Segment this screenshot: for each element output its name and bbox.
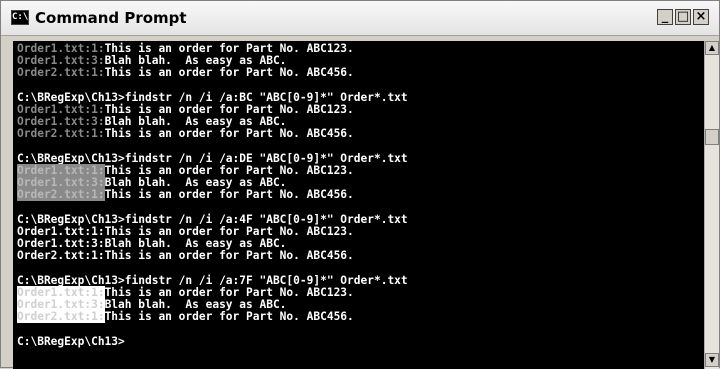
console-app-icon[interactable]: C:\ [11,10,29,25]
filename-prefix: Order2.txt:1: [17,66,105,80]
filename-prefix: Order1.txt:1: [17,103,105,116]
filename-prefix: Order2.txt:1: [17,310,105,324]
output-line: Order1.txt:1:This is an order for Part N… [17,286,354,299]
command-line: C:\BRegExp\Ch13>findstr /n /i /a:DE "ABC… [17,151,408,165]
command-line: C:\BRegExp\Ch13>findstr /n /i /a:BC "ABC… [17,90,408,104]
filename-prefix: Order1.txt:3: [17,237,105,251]
scroll-down-icon[interactable]: ▼ [705,353,719,367]
output-line: Order1.txt:3:Blah blah. As easy as ABC. [17,115,286,128]
filename-prefix: Order1.txt:3: [17,176,105,190]
filename-prefix: Order2.txt:1: [17,127,105,141]
filename-prefix: Order1.txt:1: [17,42,105,55]
output-line: Order2.txt:1:This is an order for Part N… [17,127,354,140]
title-bar[interactable]: C:\ Command Prompt _ □ × [1,1,719,36]
match-text: Blah blah. As easy as ABC. [104,298,287,312]
match-text: This is an order for Part No. ABC456. [104,310,354,324]
minimize-button[interactable]: _ [657,9,673,25]
maximize-button[interactable]: □ [675,9,691,25]
command-line: C:\BRegExp\Ch13>findstr /n /i /a:7F "ABC… [17,273,408,287]
output-line: Order1.txt:1:This is an order for Part N… [17,225,354,238]
filename-prefix: Order2.txt:1: [17,188,105,202]
output-line: Order1.txt:3:Blah blah. As easy as ABC. [17,54,286,67]
match-text: This is an order for Part No. ABC456. [104,127,354,141]
window-title: Command Prompt [35,9,187,27]
command-prompt-window: C:\ Command Prompt _ □ × Order1.txt:1:Th… [0,0,720,369]
filename-prefix: Order1.txt:3: [17,54,105,68]
filename-prefix: Order1.txt:3: [17,298,105,312]
filename-prefix: Order2.txt:1: [17,249,105,263]
filename-prefix: Order1.txt:1: [17,164,105,177]
filename-prefix: Order1.txt:3: [17,115,105,129]
output-line: Order1.txt:1:This is an order for Part N… [17,164,354,177]
output-line: Order1.txt:3:Blah blah. As easy as ABC. [17,298,287,312]
match-text: Blah blah. As easy as ABC. [104,54,287,68]
match-text: This is an order for Part No. ABC123. [104,225,354,238]
console-output[interactable]: Order1.txt:1:This is an order for Part N… [13,41,704,369]
output-line: Order1.txt:1:This is an order for Part N… [17,103,354,116]
match-text: Blah blah. As easy as ABC. [104,237,287,251]
match-text: Blah blah. As easy as ABC. [104,115,287,129]
command-line: C:\BRegExp\Ch13>findstr /n /i /a:4F "ABC… [17,212,408,226]
output-line: Order1.txt:3:Blah blah. As easy as ABC. [17,176,287,190]
output-line: Order1.txt:1:This is an order for Part N… [17,42,354,55]
match-text: This is an order for Part No. ABC123. [104,164,354,177]
close-button[interactable]: × [693,9,709,25]
output-line: Order1.txt:3:Blah blah. As easy as ABC. [17,237,286,250]
final-prompt: C:\BRegExp\Ch13> [17,334,125,348]
output-line: Order2.txt:1:This is an order for Part N… [17,66,354,79]
match-text: This is an order for Part No. ABC456. [104,66,354,80]
filename-prefix: Order1.txt:1: [17,225,105,238]
match-text: This is an order for Part No. ABC456. [104,249,354,263]
output-line: Order2.txt:1:This is an order for Part N… [17,188,354,202]
match-text: This is an order for Part No. ABC123. [104,42,354,55]
filename-prefix: Order1.txt:1: [17,286,105,299]
output-line: Order2.txt:1:This is an order for Part N… [17,249,354,262]
scroll-up-icon[interactable]: ▲ [705,41,719,55]
match-text: This is an order for Part No. ABC123. [104,286,354,299]
match-text: This is an order for Part No. ABC123. [104,103,354,116]
scroll-thumb[interactable] [705,129,719,145]
match-text: This is an order for Part No. ABC456. [104,188,354,202]
match-text: Blah blah. As easy as ABC. [104,176,287,190]
output-line: Order2.txt:1:This is an order for Part N… [17,310,354,324]
vertical-scrollbar[interactable]: ▲ ▼ [704,41,719,369]
